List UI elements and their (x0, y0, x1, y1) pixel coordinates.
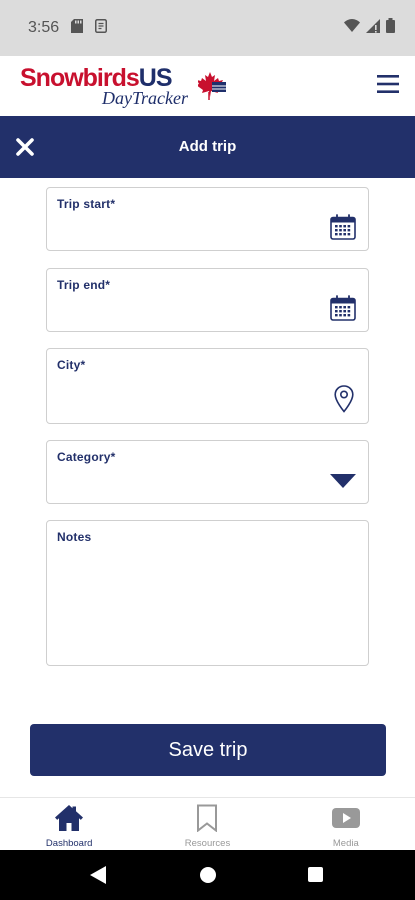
sd-card-icon (71, 18, 84, 38)
bottom-nav: Dashboard Resources Media (0, 797, 415, 850)
nav-item-resources[interactable]: Resources (138, 798, 276, 850)
nav-item-media[interactable]: Media (277, 798, 415, 850)
notes-textarea[interactable]: Notes (46, 520, 369, 666)
android-nav-bar (0, 850, 415, 900)
calendar-icon[interactable] (330, 214, 356, 245)
play-video-icon (331, 804, 361, 832)
signal-icon (366, 18, 380, 38)
battery-icon (386, 18, 395, 38)
trip-start-field[interactable]: Trip start* (46, 187, 369, 251)
recent-apps-square-icon[interactable] (308, 867, 323, 882)
notes-label: Notes (57, 530, 92, 544)
nav-label-resources: Resources (184, 838, 231, 849)
home-circle-icon[interactable] (200, 867, 216, 883)
category-label: Category* (57, 450, 116, 464)
bookmark-icon (196, 804, 218, 833)
page-title: Add trip (178, 138, 237, 155)
status-bar: 3:56 (0, 0, 415, 56)
title-bar: Add trip (0, 116, 415, 178)
sync-status-icon (95, 18, 108, 38)
status-time: 3:56 (28, 19, 60, 36)
dropdown-triangle-icon[interactable] (330, 474, 356, 493)
save-trip-button[interactable]: Save trip (30, 724, 386, 776)
city-label: City* (57, 358, 86, 372)
wifi-icon (344, 19, 360, 37)
maple-leaf-flag-icon (198, 72, 226, 100)
city-field[interactable]: City* (46, 348, 369, 424)
location-pin-icon[interactable] (334, 385, 354, 418)
snowbirds-logo[interactable]: SnowbirdsUS DayTracker (20, 64, 240, 110)
trip-start-label: Trip start* (57, 197, 116, 211)
nav-item-dashboard[interactable]: Dashboard (0, 798, 138, 850)
nav-label-media: Media (332, 838, 359, 849)
add-trip-screen: 3:56 SnowbirdsUS DayTracker Add trip Tri… (0, 0, 415, 900)
back-triangle-icon[interactable] (90, 866, 106, 889)
home-icon (54, 804, 84, 832)
calendar-icon[interactable] (330, 295, 356, 326)
hamburger-menu-icon[interactable] (377, 74, 399, 94)
trip-end-field[interactable]: Trip end* (46, 268, 369, 332)
nav-label-dashboard: Dashboard (45, 838, 93, 849)
category-select[interactable]: Category* (46, 440, 369, 504)
logo-subtitle: DayTracker (102, 88, 188, 108)
trip-end-label: Trip end* (57, 278, 111, 292)
app-header: SnowbirdsUS DayTracker (0, 56, 415, 116)
